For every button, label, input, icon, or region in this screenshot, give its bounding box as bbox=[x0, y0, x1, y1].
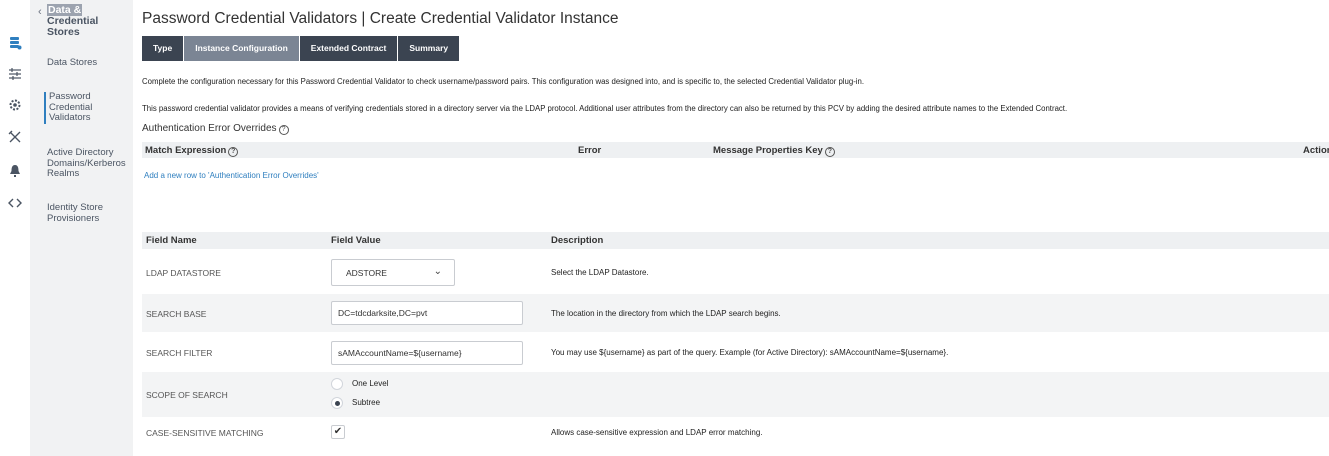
chevron-down-icon: ⌄ bbox=[433, 266, 442, 277]
field-description: You may use ${username} as part of the q… bbox=[551, 348, 949, 357]
column-field-name: Field Name bbox=[146, 235, 197, 246]
overrides-table-header: Match Expression? Error Message Properti… bbox=[142, 142, 1329, 158]
tab-type[interactable]: Type bbox=[142, 36, 184, 61]
overrides-heading: Authentication Error Overrides? bbox=[142, 123, 289, 135]
column-error: Error bbox=[578, 145, 602, 156]
field-name: SEARCH BASE bbox=[146, 309, 207, 319]
radio-label: Subtree bbox=[352, 398, 381, 407]
crossed-tools-icon[interactable] bbox=[7, 130, 23, 146]
field-description: The location in the directory from which… bbox=[551, 309, 781, 318]
tab-instance-configuration[interactable]: Instance Configuration bbox=[184, 36, 299, 61]
section-title[interactable]: Data & Credential Stores bbox=[47, 4, 133, 38]
gear-icon[interactable] bbox=[7, 98, 23, 114]
column-message-properties-key: Message Properties Key? bbox=[713, 145, 835, 157]
case-sensitive-checkbox[interactable]: ✔ bbox=[331, 425, 345, 439]
tab-extended-contract[interactable]: Extended Contract bbox=[299, 36, 398, 61]
overrides-heading-label: Authentication Error Overrides bbox=[142, 123, 277, 134]
chevron-left-icon: ‹ bbox=[38, 6, 42, 18]
ldap-datastore-select[interactable]: ADSTORE ⌄ bbox=[331, 259, 455, 286]
search-filter-input[interactable] bbox=[331, 341, 523, 365]
radio-button[interactable] bbox=[331, 378, 343, 390]
bell-icon[interactable] bbox=[7, 164, 23, 180]
field-name: SCOPE OF SEARCH bbox=[146, 390, 228, 400]
radio-button-selected[interactable] bbox=[331, 397, 343, 409]
field-row-case-sensitive-matching: CASE-SENSITIVE MATCHING ✔ Allows case-se… bbox=[142, 420, 1329, 456]
field-description: Select the LDAP Datastore. bbox=[551, 268, 649, 277]
help-icon[interactable]: ? bbox=[824, 147, 835, 157]
help-icon[interactable]: ? bbox=[278, 125, 289, 135]
checkmark-icon: ✔ bbox=[333, 426, 343, 437]
select-value: ADSTORE bbox=[346, 268, 387, 278]
nav-item-data-stores[interactable]: Data Stores bbox=[47, 57, 131, 69]
field-description: Allows case-sensitive expression and LDA… bbox=[551, 428, 763, 437]
nav-item-identity-store-provisioners[interactable]: Identity Store Provisioners bbox=[47, 202, 131, 224]
column-field-value: Field Value bbox=[331, 235, 381, 246]
column-action: Action bbox=[1303, 145, 1329, 156]
field-row-ldap-datastore: LDAP DATASTORE ADSTORE ⌄ Select the LDAP… bbox=[142, 254, 1329, 292]
section-title-rest: Credential Stores bbox=[47, 15, 99, 38]
wizard-tabs: Type Instance Configuration Extended Con… bbox=[142, 36, 460, 61]
icon-rail bbox=[0, 0, 30, 456]
add-override-row-link[interactable]: Add a new row to 'Authentication Error O… bbox=[144, 171, 319, 180]
fields-table-header: Field Name Field Value Description bbox=[142, 232, 1329, 249]
field-name: CASE-SENSITIVE MATCHING bbox=[146, 428, 264, 438]
field-row-scope-of-search: SCOPE OF SEARCH One Level Subtree bbox=[142, 372, 1329, 417]
plugin-description: This password credential validator provi… bbox=[142, 104, 1068, 113]
column-match-expression: Match Expression? bbox=[145, 145, 239, 157]
field-name: SEARCH FILTER bbox=[146, 348, 213, 358]
field-name: LDAP DATASTORE bbox=[146, 268, 221, 278]
code-icon[interactable] bbox=[7, 196, 23, 212]
sliders-icon[interactable] bbox=[7, 67, 23, 83]
main-content: Password Credential Validators | Create … bbox=[133, 0, 1329, 456]
search-base-input[interactable] bbox=[331, 301, 523, 325]
tab-summary[interactable]: Summary bbox=[398, 36, 460, 61]
field-row-search-filter: SEARCH FILTER You may use ${username} as… bbox=[142, 334, 1329, 372]
radio-label: One Level bbox=[352, 379, 389, 388]
column-description: Description bbox=[551, 235, 604, 246]
page-title: Password Credential Validators | Create … bbox=[142, 10, 619, 27]
help-icon[interactable]: ? bbox=[228, 147, 239, 157]
datastore-icon[interactable] bbox=[7, 36, 23, 52]
field-row-search-base: SEARCH BASE The location in the director… bbox=[142, 294, 1329, 332]
nav-item-password-credential-validators[interactable]: Password Credential Validators bbox=[44, 91, 128, 124]
intro-text: Complete the configuration necessary for… bbox=[142, 77, 865, 86]
nav-item-active-directory-domains[interactable]: Active Directory Domains/Kerberos Realms bbox=[47, 147, 131, 180]
section-nav: ‹ Data & Credential Stores Data Stores P… bbox=[30, 0, 133, 456]
